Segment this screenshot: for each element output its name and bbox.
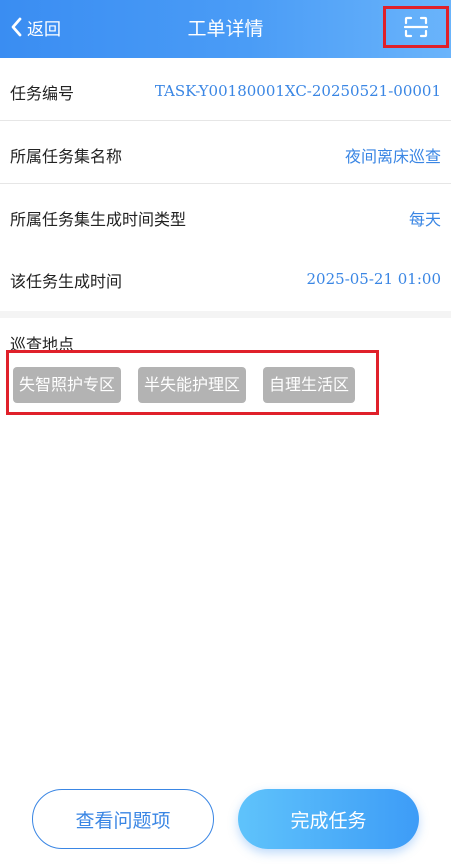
- detail-value: 夜间离床巡查: [344, 147, 441, 166]
- section-gap: [0, 311, 451, 318]
- detail-row-generation-type: 所属任务集生成时间类型 每天: [0, 184, 451, 246]
- detail-value: 2025-05-21 01:00: [306, 270, 441, 288]
- scan-icon: [404, 16, 428, 38]
- app-header: 返回 工单详情: [0, 0, 451, 58]
- detail-row-task-id: 任务编号 TASK-Y00180001XC-20250521-00001: [0, 58, 451, 120]
- location-tag[interactable]: 失智照护专区: [13, 367, 122, 403]
- scan-button[interactable]: [383, 6, 449, 48]
- detail-label: 任务编号: [10, 84, 75, 103]
- complete-task-button[interactable]: 完成任务: [238, 789, 419, 849]
- detail-row-task-set-name: 所属任务集名称 夜间离床巡查: [0, 121, 451, 183]
- view-issues-button[interactable]: 查看问题项: [32, 789, 214, 849]
- location-tag[interactable]: 自理生活区: [263, 367, 356, 403]
- detail-label: 该任务生成时间: [10, 272, 123, 291]
- detail-label: 所属任务集生成时间类型: [10, 210, 187, 229]
- detail-value: 每天: [408, 210, 441, 229]
- detail-label: 所属任务集名称: [10, 147, 123, 166]
- detail-value: TASK-Y00180001XC-20250521-00001: [154, 82, 441, 100]
- location-tag[interactable]: 半失能护理区: [138, 367, 247, 403]
- location-tags: 失智照护专区 半失能护理区 自理生活区: [6, 350, 379, 415]
- detail-row-generation-time: 该任务生成时间 2025-05-21 01:00: [0, 246, 451, 308]
- task-detail-list: 任务编号 TASK-Y00180001XC-20250521-00001 所属任…: [0, 58, 451, 308]
